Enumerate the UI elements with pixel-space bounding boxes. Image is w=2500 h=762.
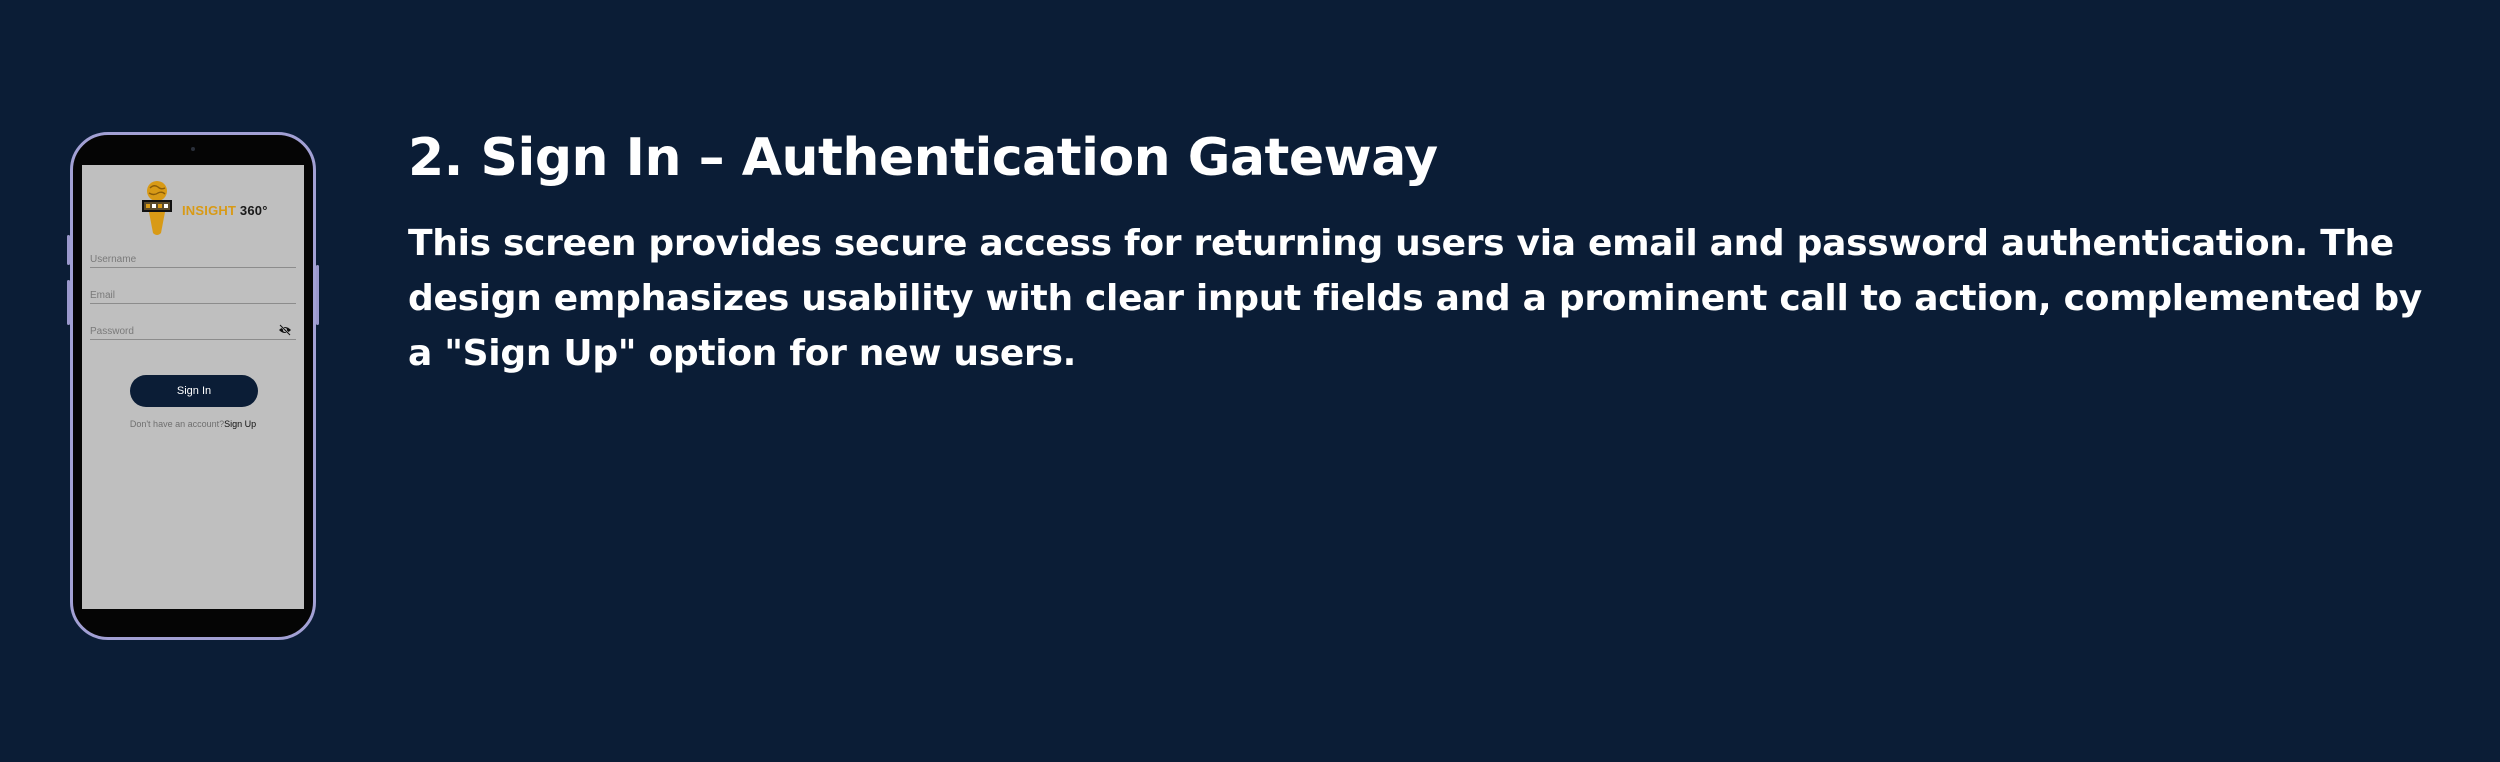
- slide-description: This screen provides secure access for r…: [408, 223, 2422, 374]
- password-field: [90, 321, 296, 341]
- email-field: [90, 285, 296, 305]
- signup-prompt-row: Don't have an account?Sign Up: [82, 419, 304, 429]
- sign-up-link[interactable]: Sign Up: [224, 419, 256, 429]
- password-input[interactable]: [90, 322, 296, 341]
- app-logo-suffix: 360°: [236, 203, 268, 218]
- app-logo: INSIGHT 360°: [140, 179, 280, 239]
- phone-mute-switch: [67, 235, 70, 265]
- eye-off-icon[interactable]: [278, 324, 292, 336]
- username-input[interactable]: [90, 250, 296, 269]
- sign-in-screen: INSIGHT 360° Sign In Don't have an accou…: [82, 165, 304, 609]
- phone-volume-button: [67, 280, 70, 325]
- app-logo-text: INSIGHT 360°: [182, 203, 268, 218]
- sign-in-button[interactable]: Sign In: [130, 375, 258, 407]
- phone-power-button: [316, 265, 319, 325]
- microphone-globe-icon: [142, 181, 172, 235]
- phone-mockup: INSIGHT 360° Sign In Don't have an accou…: [67, 132, 319, 640]
- slide-heading: 2. Sign In – Authentication Gateway: [408, 128, 1438, 188]
- app-logo-brand: INSIGHT: [182, 203, 237, 218]
- phone-camera: [191, 147, 195, 151]
- username-field: [90, 249, 296, 269]
- signup-prompt-text: Don't have an account?: [129, 419, 225, 429]
- email-input[interactable]: [90, 286, 296, 305]
